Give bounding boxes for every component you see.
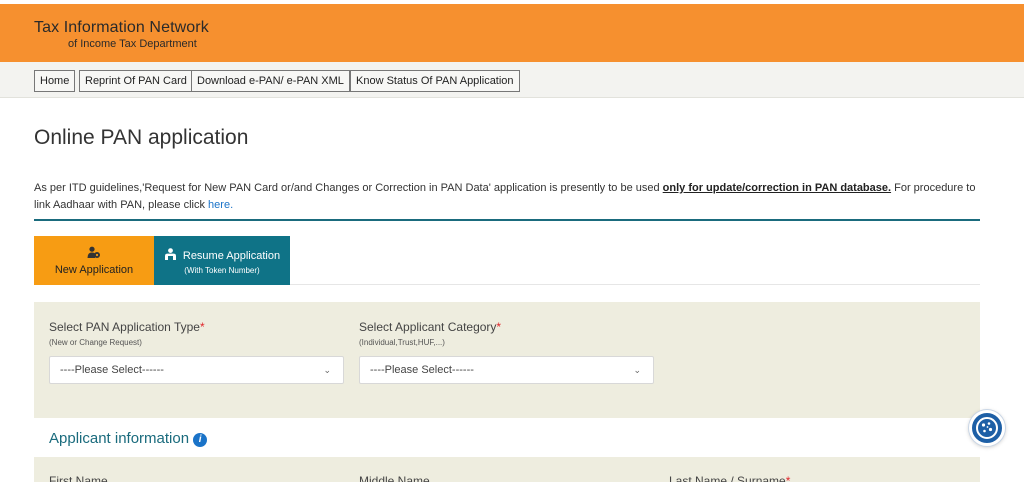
applicant-info-heading: Applicant information i bbox=[49, 430, 208, 447]
applicant-info-panel: First Name Middle Name Last Name / Surna… bbox=[34, 457, 980, 482]
app-type-label: Select PAN Application Type* bbox=[49, 320, 205, 334]
nav-home-button[interactable]: Home bbox=[34, 70, 76, 92]
cookie-icon bbox=[976, 417, 998, 439]
app-type-selected-value: ----Please Select------ bbox=[60, 364, 164, 376]
required-mark: * bbox=[496, 320, 502, 334]
notice-text: As per ITD guidelines,'Request for New P… bbox=[34, 182, 663, 194]
header-subtitle: of Income Tax Department bbox=[68, 38, 197, 50]
tab-new-application[interactable]: New Application bbox=[34, 236, 154, 285]
tab-new-application-label: New Application bbox=[54, 264, 134, 276]
required-mark: * bbox=[785, 474, 791, 482]
aadhaar-link-here[interactable]: here. bbox=[208, 199, 233, 211]
application-type-panel: Select PAN Application Type* (New or Cha… bbox=[34, 302, 980, 418]
tab-resume-application-sub: (With Token Number) bbox=[184, 266, 260, 275]
middle-name-label: Middle Name bbox=[359, 474, 430, 482]
tab-resume-application-label: Resume Application bbox=[154, 248, 290, 264]
new-application-icon bbox=[34, 246, 154, 262]
first-name-label: First Name bbox=[49, 474, 108, 482]
category-label: Select Applicant Category* bbox=[359, 320, 502, 334]
category-select[interactable]: ----Please Select------ ⌄ bbox=[359, 356, 654, 384]
site-header: Tax Information Network of Income Tax De… bbox=[0, 4, 1024, 62]
nav-reprint-pan-button[interactable]: Reprint Of PAN Card bbox=[79, 70, 193, 92]
chevron-down-icon: ⌄ bbox=[633, 365, 641, 375]
nav-download-epan-button[interactable]: Download e-PAN/ e-PAN XML bbox=[191, 70, 350, 92]
page-title: Online PAN application bbox=[34, 126, 249, 149]
resume-application-text: Resume Application bbox=[182, 250, 281, 262]
app-type-select[interactable]: ----Please Select------ ⌄ bbox=[49, 356, 344, 384]
chevron-down-icon: ⌄ bbox=[323, 365, 331, 375]
nav-know-status-button[interactable]: Know Status Of PAN Application bbox=[350, 70, 520, 92]
tab-underline bbox=[290, 284, 980, 285]
category-sublabel: (Individual,Trust,HUF,...) bbox=[359, 338, 445, 347]
applicant-info-title: Applicant information bbox=[49, 430, 190, 447]
last-name-label: Last Name / Surname* bbox=[669, 474, 790, 482]
notice-paragraph: As per ITD guidelines,'Request for New P… bbox=[34, 180, 984, 214]
required-mark: * bbox=[199, 320, 205, 334]
app-type-sublabel: (New or Change Request) bbox=[49, 338, 142, 347]
tab-resume-application[interactable]: Resume Application (With Token Number) bbox=[154, 236, 290, 285]
top-nav: Home Reprint Of PAN Card Download e-PAN/… bbox=[0, 62, 1024, 98]
info-icon[interactable]: i bbox=[193, 433, 208, 447]
category-selected-value: ----Please Select------ bbox=[370, 364, 474, 376]
cookie-settings-button[interactable] bbox=[969, 410, 1005, 446]
notice-emphasis: only for update/correction in PAN databa… bbox=[662, 182, 892, 194]
header-title: Tax Information Network bbox=[34, 19, 209, 36]
resume-application-icon bbox=[164, 248, 177, 264]
divider-line bbox=[34, 219, 980, 221]
